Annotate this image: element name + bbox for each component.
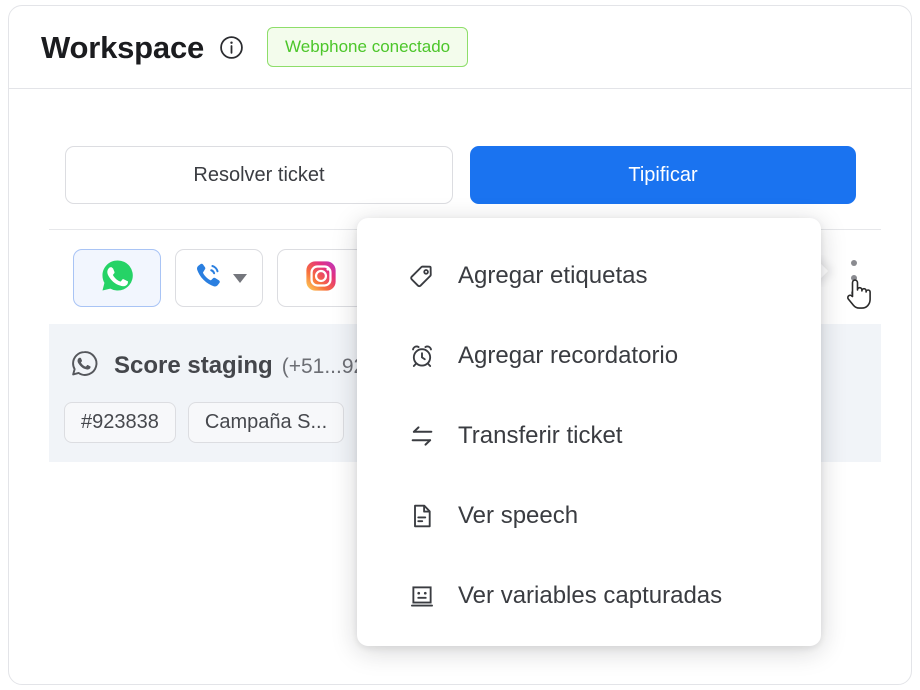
contact-tag-campaign[interactable]: Campaña S... [187,402,345,443]
action-button-group: Resolver ticket Tipificar [65,146,856,204]
status-badge: Webphone conectado [267,27,469,67]
menu-item-label: Agregar etiquetas [458,262,648,289]
kebab-dot [851,290,857,296]
menu-item-ver-speech[interactable]: Ver speech [357,476,821,556]
more-vertical-icon[interactable] [841,256,867,300]
contact-name: Score staging [114,352,273,379]
whatsapp-icon [99,257,136,299]
classify-button[interactable]: Tipificar [470,146,856,204]
channel-chip-group [73,249,365,307]
resolve-ticket-button[interactable]: Resolver ticket [65,146,453,204]
tag-icon [407,261,437,291]
menu-item-agregar-recordatorio[interactable]: Agregar recordatorio [357,316,821,396]
channel-chip-instagram[interactable] [277,249,365,307]
ticket-actions-menu: Agregar etiquetas Agregar recordatorio T… [357,218,821,646]
whatsapp-outline-icon [69,348,100,384]
contact-identity-line: Score staging (+51...929 [69,348,377,384]
alarm-clock-icon [407,341,437,371]
robot-face-icon [407,581,437,611]
workspace-panel: Workspace Webphone conectado Resolver ti… [8,5,912,685]
document-icon [407,501,437,531]
screen-root: Workspace Webphone conectado Resolver ti… [0,0,920,690]
menu-item-label: Transferir ticket [458,422,623,449]
instagram-icon [303,258,339,299]
page-title: Workspace [41,29,205,65]
phone-call-icon [192,259,226,298]
channel-chip-phone[interactable] [175,249,263,307]
kebab-dot [851,260,857,266]
page-header: Workspace Webphone conectado [9,6,911,89]
channel-chip-whatsapp[interactable] [73,249,161,307]
transfer-icon [407,421,437,451]
chevron-down-icon[interactable] [232,273,247,283]
menu-item-agregar-etiquetas[interactable]: Agregar etiquetas [357,236,821,316]
menu-item-label: Ver variables capturadas [458,582,723,609]
menu-item-ver-variables-capturadas[interactable]: Ver variables capturadas [357,556,821,636]
info-circle-icon[interactable] [219,35,244,60]
menu-item-label: Agregar recordatorio [458,342,679,369]
menu-item-transferir-ticket[interactable]: Transferir ticket [357,396,821,476]
contact-tag-id[interactable]: #923838 [64,402,176,443]
contact-tag-list: #923838 Campaña S... [64,402,345,443]
kebab-dot [851,275,857,281]
menu-item-label: Ver speech [458,502,579,529]
